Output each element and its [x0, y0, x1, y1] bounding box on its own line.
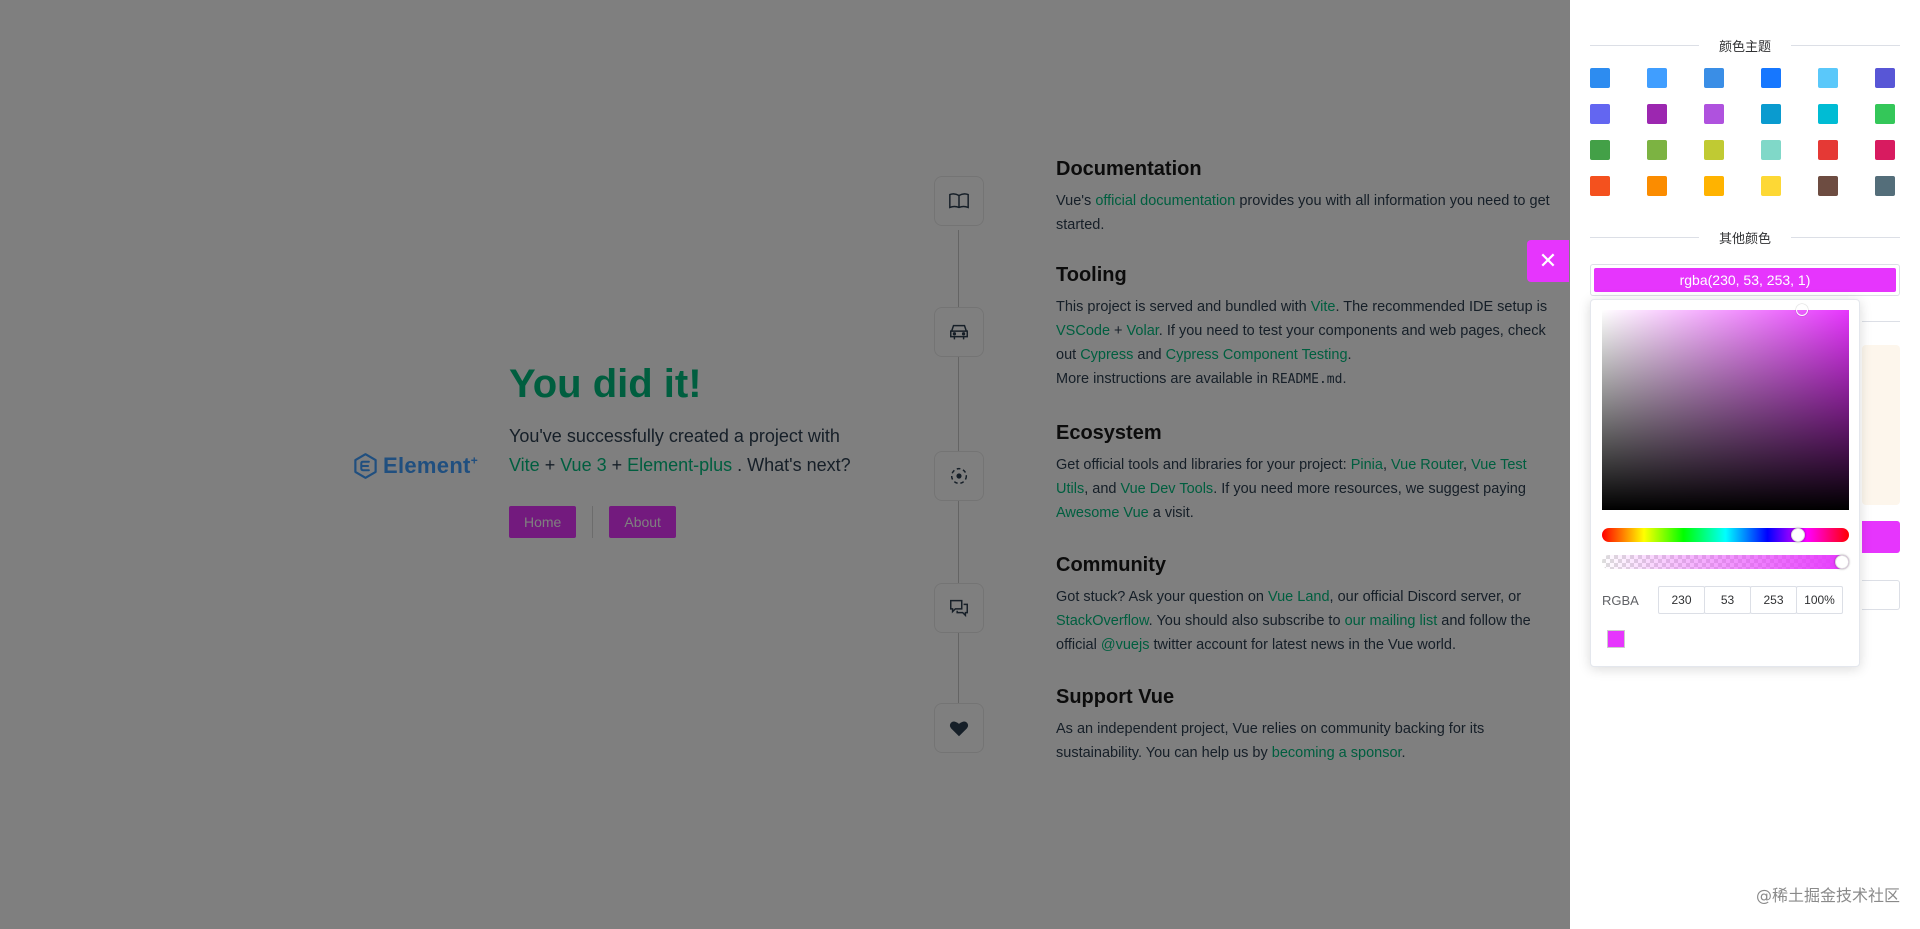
drawer-button[interactable] [1862, 521, 1900, 553]
color-swatch[interactable] [1875, 68, 1895, 88]
color-swatch[interactable] [1647, 104, 1667, 124]
color-swatch[interactable] [1647, 68, 1667, 88]
theme-swatches [1590, 68, 1910, 196]
blue-input[interactable] [1750, 586, 1797, 614]
color-swatch[interactable] [1590, 140, 1610, 160]
color-swatch[interactable] [1875, 140, 1895, 160]
color-swatch[interactable] [1818, 104, 1838, 124]
watermark: @稀土掘金技术社区 [1755, 886, 1900, 905]
color-picker-panel: RGBA [1590, 299, 1860, 667]
color-swatch[interactable] [1590, 176, 1610, 196]
color-swatch[interactable] [1818, 68, 1838, 88]
color-swatch[interactable] [1761, 176, 1781, 196]
drawer-overlay[interactable] [0, 0, 1570, 929]
color-swatch[interactable] [1875, 104, 1895, 124]
close-icon: ✕ [1538, 248, 1558, 274]
color-swatch[interactable] [1704, 68, 1724, 88]
color-preview [1607, 630, 1625, 648]
drawer-panel [1862, 345, 1900, 505]
color-swatch[interactable] [1704, 140, 1724, 160]
drawer-input[interactable] [1862, 580, 1900, 610]
theme-divider: 颜色主题 [1590, 35, 1901, 55]
color-swatch[interactable] [1761, 104, 1781, 124]
other-divider: 其他颜色 [1590, 227, 1901, 247]
rgba-inputs: RGBA [1602, 586, 1852, 614]
app-root: Element+ You did it! You've successfully… [0, 0, 1920, 929]
alpha-slider[interactable] [1602, 555, 1849, 569]
color-swatch[interactable] [1875, 176, 1895, 196]
color-swatch[interactable] [1647, 176, 1667, 196]
color-swatch[interactable] [1704, 104, 1724, 124]
color-swatch[interactable] [1818, 176, 1838, 196]
color-swatch[interactable] [1590, 68, 1610, 88]
theme-title: 颜色主题 [1719, 38, 1772, 54]
color-swatch[interactable] [1761, 68, 1781, 88]
drawer-divider [1862, 321, 1900, 322]
rgba-label: RGBA [1602, 592, 1639, 608]
color-value: rgba(230, 53, 253, 1) [1594, 268, 1896, 292]
alpha-thumb[interactable] [1835, 555, 1849, 569]
other-title: 其他颜色 [1719, 230, 1772, 246]
alpha-input[interactable] [1796, 586, 1843, 614]
red-input[interactable] [1658, 586, 1705, 614]
close-drawer-button[interactable]: ✕ [1527, 240, 1569, 282]
saturation-value-area[interactable] [1602, 304, 1849, 510]
hue-slider[interactable] [1602, 528, 1849, 542]
color-swatch[interactable] [1590, 104, 1610, 124]
color-swatch[interactable] [1818, 140, 1838, 160]
color-swatch[interactable] [1761, 140, 1781, 160]
green-input[interactable] [1704, 586, 1751, 614]
sv-cursor[interactable] [1796, 304, 1808, 316]
color-swatch[interactable] [1704, 176, 1724, 196]
color-picker-trigger[interactable]: rgba(230, 53, 253, 1) [1590, 264, 1900, 296]
hue-thumb[interactable] [1790, 528, 1805, 542]
color-swatch[interactable] [1647, 140, 1667, 160]
